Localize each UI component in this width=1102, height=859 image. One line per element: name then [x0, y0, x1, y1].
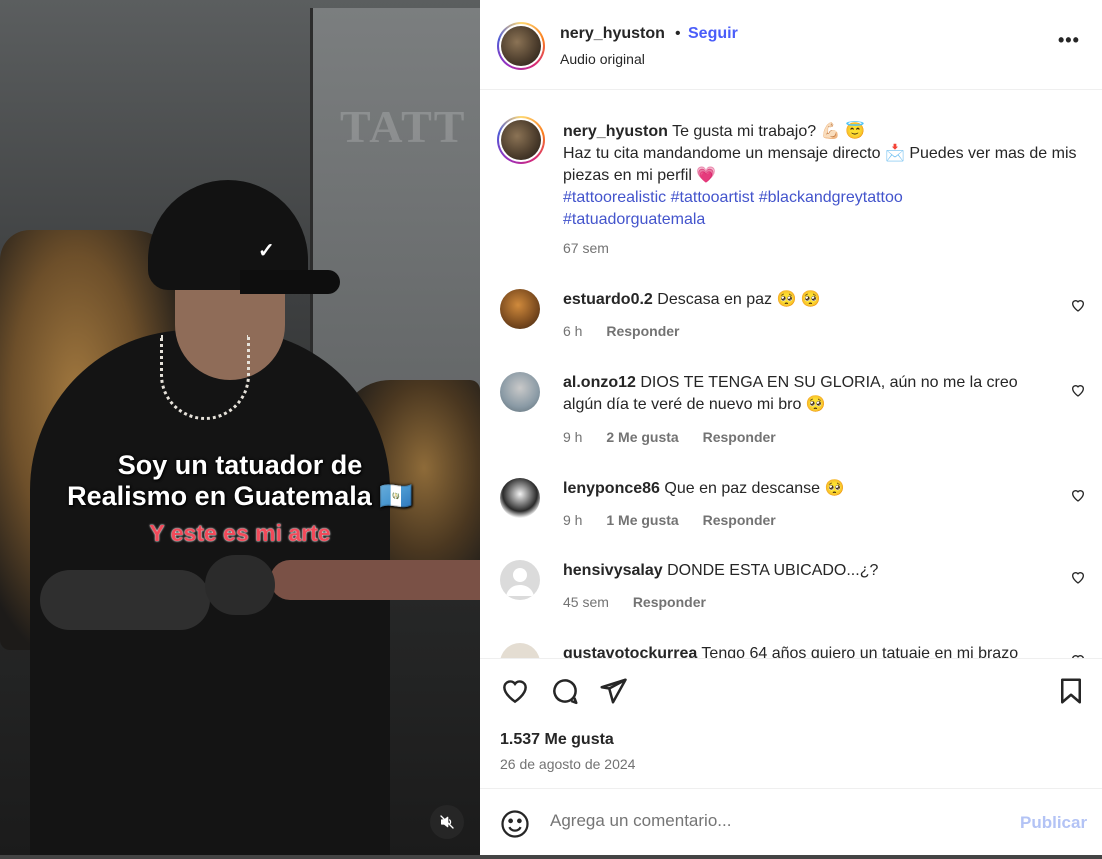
tattooed-arm	[40, 570, 210, 630]
heart-icon[interactable]	[500, 676, 530, 706]
caption-username[interactable]: nery_hyuston	[563, 123, 668, 140]
video-overlay-text: Soy un tatuador de Realismo en Guatemala…	[0, 450, 480, 512]
post-details-panel: nery_hyuston • Seguir Audio original •••…	[480, 0, 1102, 855]
hashtag[interactable]: #tatuadorguatemala	[563, 211, 705, 228]
hashtag[interactable]: #tattooartist	[671, 189, 755, 206]
comment-text: gustavotockurrea Tengo 64 años quiero un…	[563, 643, 1033, 658]
comment-time: 9 h	[563, 429, 583, 445]
comment-meta: 45 sem Responder	[563, 594, 726, 610]
comment-text: hensivysalay DONDE ESTA UBICADO...¿?	[563, 560, 1033, 582]
overlay-line-2: Realismo en Guatemala 🇬🇹	[67, 481, 413, 511]
overlay-line-3: Y este es mi arte	[149, 520, 331, 546]
post-header: nery_hyuston • Seguir Audio original •••	[480, 0, 1102, 90]
comment-username[interactable]: lenyponce86	[563, 480, 660, 497]
comment-like-icon[interactable]	[1070, 487, 1086, 503]
comment-content: Descasa en paz 🥺 🥺	[652, 291, 821, 308]
comment-likes[interactable]: 1 Me gusta	[606, 512, 678, 528]
comment-like-icon[interactable]	[1070, 382, 1086, 398]
comment-text: al.onzo12 DIOS TE TENGA EN SU GLORIA, aú…	[563, 372, 1033, 416]
default-avatar-icon[interactable]	[500, 560, 540, 600]
speaker-muted-icon	[440, 815, 454, 829]
comment-reply-button[interactable]: Responder	[633, 594, 706, 610]
post-actions: 1.537 Me gusta 26 de agosto de 2024	[480, 658, 1102, 788]
post-date: 26 de agosto de 2024	[500, 756, 636, 772]
comment-username[interactable]: gustavotockurrea	[563, 645, 697, 658]
comment-reply-button[interactable]: Responder	[703, 512, 776, 528]
publish-button[interactable]: Publicar	[1020, 813, 1087, 833]
gloved-hand	[205, 555, 275, 615]
audio-label[interactable]: Audio original	[560, 51, 645, 67]
author-username[interactable]: nery_hyuston	[560, 25, 665, 43]
hashtag[interactable]: #blackandgreytattoo	[759, 189, 903, 206]
hashtag[interactable]: #tattoorealistic	[563, 189, 666, 206]
comment-content: DONDE ESTA UBICADO...¿?	[662, 562, 879, 579]
comment-time: 9 h	[563, 512, 583, 528]
client-arm	[270, 560, 480, 600]
comment-icon[interactable]	[550, 676, 580, 706]
comment-reply-button[interactable]: Responder	[703, 429, 776, 445]
comments-list[interactable]: nery_hyuston Te gusta mi trabajo? 💪🏻 😇 H…	[480, 91, 1102, 658]
cap-logo: ✓	[258, 240, 275, 262]
comment-likes[interactable]: 2 Me gusta	[606, 429, 678, 445]
bookmark-icon[interactable]	[1056, 676, 1086, 706]
comment-username[interactable]: al.onzo12	[563, 374, 636, 391]
comment-text: lenyponce86 Que en paz descanse 🥺	[563, 478, 1033, 500]
comment-input[interactable]	[550, 811, 970, 831]
comment-time: 6 h	[563, 323, 583, 339]
wall-sign: TATT	[340, 101, 467, 152]
comment-meta: 9 h 1 Me gusta Responder	[563, 512, 796, 528]
commenter-avatar[interactable]	[500, 372, 540, 412]
separator-dot: •	[675, 25, 681, 42]
comment-content: Que en paz descanse 🥺	[659, 480, 845, 497]
likes-count[interactable]: 1.537 Me gusta	[500, 731, 614, 749]
caption-line-1: Te gusta mi trabajo? 💪🏻 😇	[667, 123, 865, 140]
mute-button[interactable]	[430, 805, 464, 839]
comment-username[interactable]: hensivysalay	[563, 562, 663, 579]
comment-meta: 9 h 2 Me gusta Responder	[563, 429, 796, 445]
caption-text: nery_hyuston Te gusta mi trabajo? 💪🏻 😇 H…	[563, 121, 1088, 259]
commenter-avatar[interactable]	[500, 289, 540, 329]
comment-like-icon[interactable]	[1070, 297, 1086, 313]
comment-time: 45 sem	[563, 594, 609, 610]
comment-content: Tengo 64 años quiero un tatuaje en mi br…	[697, 645, 1019, 658]
author-avatar[interactable]	[497, 22, 545, 70]
more-options-icon[interactable]: •••	[1058, 30, 1080, 51]
commenter-avatar[interactable]	[500, 643, 540, 658]
overlay-line-1: Soy un tatuador de	[117, 450, 363, 480]
post-media[interactable]: TATT ✓ Soy un tatuador de Realismo en Gu…	[0, 0, 480, 855]
comment-text: estuardo0.2 Descasa en paz 🥺 🥺	[563, 289, 1033, 311]
smiley-icon[interactable]	[500, 809, 530, 839]
caption-line-2: Haz tu cita mandandome un mensaje direct…	[563, 145, 1077, 184]
follow-button[interactable]: Seguir	[688, 25, 738, 43]
commenter-avatar[interactable]	[500, 478, 540, 518]
comment-like-icon[interactable]	[1070, 569, 1086, 585]
comment-composer: Publicar	[480, 788, 1102, 855]
caption-author-avatar[interactable]	[497, 116, 545, 164]
comment-meta: 6 h Responder	[563, 323, 699, 339]
send-icon[interactable]	[598, 676, 628, 706]
comment-reply-button[interactable]: Responder	[606, 323, 679, 339]
page-bottom-edge	[0, 855, 1102, 859]
cap-brim	[240, 270, 340, 294]
caption-time: 67 sem	[563, 240, 609, 256]
comment-username[interactable]: estuardo0.2	[563, 291, 653, 308]
